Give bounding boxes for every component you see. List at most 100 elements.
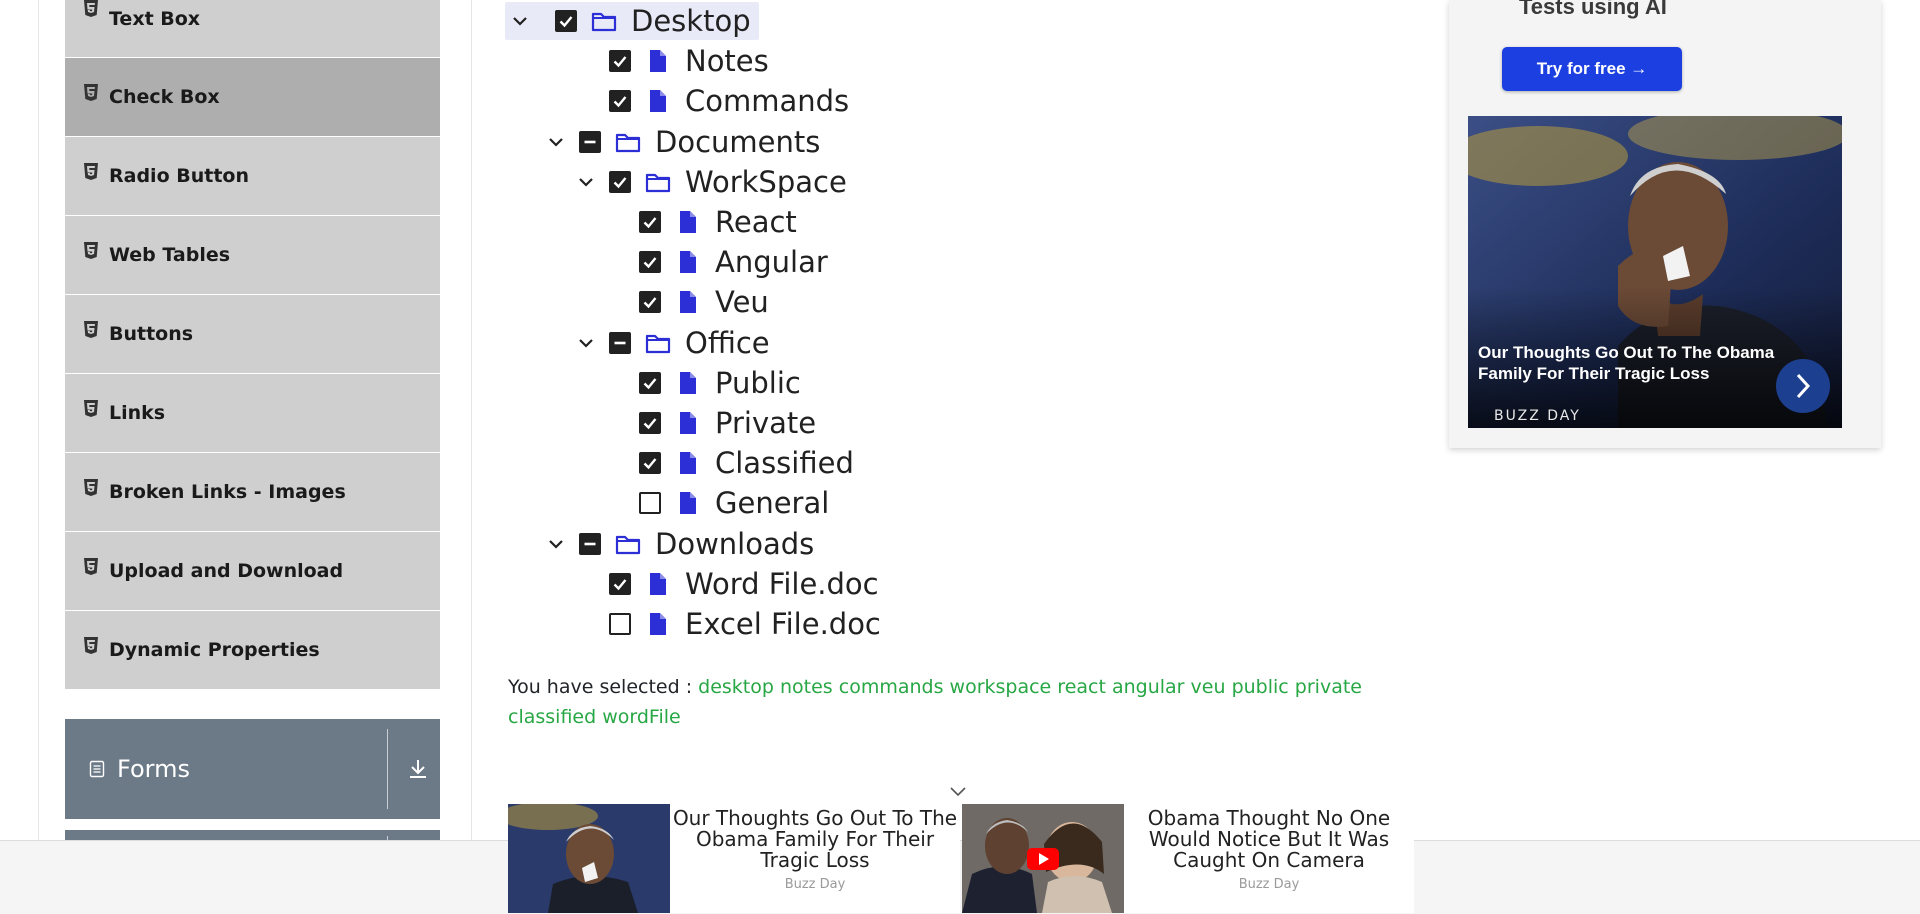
tree-node-label[interactable]: General xyxy=(715,486,829,520)
chevron-down-icon[interactable] xyxy=(545,131,567,153)
group-divider xyxy=(387,729,388,809)
result-prefix: You have selected : xyxy=(508,676,693,698)
tree-node-label[interactable]: Veu xyxy=(715,285,769,319)
checkbox-checked[interactable] xyxy=(609,90,631,113)
sidebar-item-radio-button[interactable]: Radio Button xyxy=(65,137,440,216)
checkbox-checked[interactable] xyxy=(555,10,577,32)
sidebar-item-check-box[interactable]: Check Box xyxy=(65,58,440,137)
selected-item: veu xyxy=(1190,676,1226,698)
sidebar-item-dynamic-properties[interactable]: Dynamic Properties xyxy=(65,611,440,690)
tree-node-label[interactable]: Notes xyxy=(685,44,769,78)
sidebar-item-links[interactable]: Links xyxy=(65,374,440,453)
checkbox-partial[interactable] xyxy=(579,532,601,555)
checkbox-checked[interactable] xyxy=(609,50,631,73)
checkbox-partial[interactable] xyxy=(579,130,601,153)
tree-node-label[interactable]: Office xyxy=(685,326,770,360)
sidebar-item-label: Links xyxy=(109,402,166,424)
bottom-ad-1[interactable]: Our Thoughts Go Out To The Obama Family … xyxy=(508,804,960,913)
chevron-down-icon[interactable] xyxy=(545,533,567,555)
ad-thumbnail[interactable] xyxy=(962,804,1124,913)
selected-item: commands xyxy=(838,676,944,698)
file-icon xyxy=(650,50,666,73)
checkbox-unchecked[interactable] xyxy=(639,492,661,515)
tree-node-notes[interactable]: Notes xyxy=(609,42,769,80)
file-icon xyxy=(680,492,696,515)
sidebar-item-web-tables[interactable]: Web Tables xyxy=(65,216,440,295)
sidebar-item-text-box[interactable]: Text Box xyxy=(65,0,440,58)
try-for-free-button[interactable]: Try for free → xyxy=(1502,47,1682,91)
tree-node-office[interactable]: Office xyxy=(575,324,770,362)
checkbox-checked[interactable] xyxy=(639,211,661,233)
selected-item: workspace xyxy=(949,676,1052,698)
html5-icon xyxy=(84,400,98,417)
checkbox-checked[interactable] xyxy=(639,251,661,274)
checkbox-checked[interactable] xyxy=(639,291,661,314)
sidebar-item-buttons[interactable]: Buttons xyxy=(65,295,440,374)
file-icon xyxy=(680,371,696,394)
tree-node-private[interactable]: Private xyxy=(639,404,816,442)
checkbox-tree: Desktop Notes Commands Documents WorkSpace Re… xyxy=(505,0,1445,660)
tree-node-label[interactable]: Commands xyxy=(685,84,849,118)
tree-node-label[interactable]: Private xyxy=(715,406,816,440)
tree-node-label[interactable]: Word File.doc xyxy=(685,567,879,601)
group-header-forms[interactable]: Forms xyxy=(65,719,440,819)
chevron-down-icon[interactable] xyxy=(948,784,968,798)
tree-node-word-file-doc[interactable]: Word File.doc xyxy=(609,565,879,603)
checkbox-checked[interactable] xyxy=(639,412,661,434)
ad-text[interactable]: Obama Thought No One Would Notice But It… xyxy=(1124,804,1414,913)
folder-icon xyxy=(615,535,641,554)
ad-next-button[interactable] xyxy=(1776,359,1830,413)
tree-node-commands[interactable]: Commands xyxy=(609,82,849,120)
html5-icon xyxy=(84,558,98,575)
html5-icon xyxy=(84,84,98,101)
sidebar-item-label: Web Tables xyxy=(109,244,231,266)
ad-title: Our Thoughts Go Out To The Obama Family … xyxy=(672,806,958,872)
tree-node-documents[interactable]: Documents xyxy=(545,123,820,161)
selected-item: react xyxy=(1057,676,1106,698)
tree-node-general[interactable]: General xyxy=(639,484,829,522)
tree-node-classified[interactable]: Classified xyxy=(639,444,854,482)
sidebar-item-upload-download[interactable]: Upload and Download xyxy=(65,532,440,611)
checkbox-partial[interactable] xyxy=(609,331,631,354)
ad-text[interactable]: Our Thoughts Go Out To The Obama Family … xyxy=(670,804,960,913)
chevron-down-icon[interactable] xyxy=(509,10,531,32)
tree-node-desktop[interactable]: Desktop xyxy=(505,2,759,40)
bottom-ad-2[interactable]: Obama Thought No One Would Notice But It… xyxy=(962,804,1414,913)
tree-node-label[interactable]: Documents xyxy=(655,125,820,159)
tree-node-angular[interactable]: Angular xyxy=(639,243,828,281)
checkbox-unchecked[interactable] xyxy=(609,613,631,635)
tree-node-workspace[interactable]: WorkSpace xyxy=(575,163,847,201)
ad-image[interactable]: Our Thoughts Go Out To The Obama Family … xyxy=(1468,116,1842,428)
chevron-down-icon[interactable] xyxy=(575,171,597,193)
ad-source: Buzz Day xyxy=(784,877,846,892)
chevron-down-icon[interactable] xyxy=(575,332,597,354)
tree-node-label[interactable]: Angular xyxy=(715,245,828,279)
tree-node-downloads[interactable]: Downloads xyxy=(545,525,814,563)
checkbox-checked[interactable] xyxy=(609,572,631,595)
tree-node-label[interactable]: Desktop xyxy=(631,4,751,38)
tree-node-excel-file-doc[interactable]: Excel File.doc xyxy=(609,605,881,643)
ad-thumbnail[interactable] xyxy=(508,804,670,913)
selected-item: classified xyxy=(508,706,597,728)
document-icon xyxy=(89,760,105,778)
tree-node-label[interactable]: React xyxy=(715,205,797,239)
checkbox-checked[interactable] xyxy=(639,452,661,475)
selection-result: You have selected : desktop notes comman… xyxy=(508,672,1388,732)
checkbox-checked[interactable] xyxy=(639,371,661,394)
sidebar-item-broken-links[interactable]: Broken Links - Images xyxy=(65,453,440,532)
tree-node-veu[interactable]: Veu xyxy=(639,283,769,321)
tree-node-label[interactable]: Excel File.doc xyxy=(685,607,881,641)
play-icon[interactable] xyxy=(1027,848,1059,870)
download-arrow-icon[interactable] xyxy=(407,757,429,781)
tree-node-react[interactable]: React xyxy=(639,203,797,241)
tree-node-label[interactable]: Downloads xyxy=(655,527,814,561)
tree-node-label[interactable]: Classified xyxy=(715,446,854,480)
tree-node-public[interactable]: Public xyxy=(639,364,801,402)
tree-node-label[interactable]: WorkSpace xyxy=(685,165,847,199)
selected-item: wordFile xyxy=(602,706,681,728)
tree-node-label[interactable]: Public xyxy=(715,366,801,400)
ad-top-text: Tests using AI xyxy=(1519,0,1667,19)
html5-icon xyxy=(84,479,98,496)
checkbox-checked[interactable] xyxy=(609,170,631,193)
ad-panel[interactable]: Tests using AI Try for free → Our Though… xyxy=(1449,0,1881,448)
